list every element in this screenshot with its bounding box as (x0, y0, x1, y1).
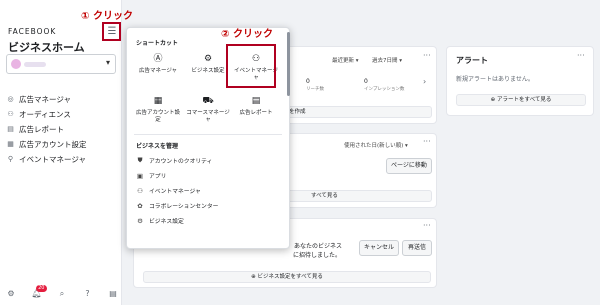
resend-button[interactable]: 再送信 (402, 240, 432, 256)
sidebar-item-events-manager[interactable]: ⚲ イベントマネージャ (6, 152, 116, 167)
sidebar: FACEBOOK ビジネスホーム ▾ ◎ 広告マネージャ ⚇ オーディエンス ▤… (0, 0, 122, 305)
date-range-dropdown[interactable]: 過去7日間 ▾ (372, 56, 402, 64)
cart-icon: ⛟ (202, 96, 214, 106)
sidebar-item-label: 広告アカウント設定 (19, 140, 87, 149)
report-icon: ▤ (7, 125, 14, 133)
shortcut-ads-manager[interactable]: Ⓐ 広告マネージャ (135, 53, 181, 75)
shortcuts-heading: ショートカット (136, 40, 179, 47)
reach-value: 0 (306, 78, 310, 85)
see-all-button[interactable]: すべて見る (284, 190, 432, 202)
sidebar-item-label: 広告マネージャ (19, 95, 71, 104)
annotation-box-step1 (102, 22, 121, 41)
alerts-empty-text: 新規アラートはありません。 (456, 76, 534, 83)
help-icon[interactable]: ? (83, 289, 93, 299)
invite-text-cont: に招待しました。 (293, 252, 342, 259)
menu-divider (134, 134, 282, 135)
events-icon: ⚲ (7, 155, 14, 163)
see-all-alerts-button[interactable]: ⊕ アラートをすべて見る (456, 94, 586, 106)
people-icon: ⚇ (7, 110, 14, 118)
sidebar-item-label: オーディエンス (19, 110, 71, 119)
sidebar-footer: ⚙ 🔔︎ 20 ⌕ ? ▤ (6, 285, 118, 299)
ads-manager-icon: Ⓐ (153, 54, 163, 64)
cancel-button[interactable]: キャンセル (359, 240, 399, 256)
menu-scrollbar[interactable] (287, 32, 290, 96)
report-icon[interactable]: ▤ (108, 289, 118, 299)
sidebar-item-label: 広告レポート (19, 125, 64, 134)
manage-business-heading: ビジネスを管理 (136, 143, 179, 150)
sidebar-item-ad-reports[interactable]: ▤ 広告レポート (6, 122, 116, 137)
alerts-card: アラート ··· 新規アラートはありません。 ⊕ アラートをすべて見る (446, 46, 594, 116)
shield-icon: ⛊ (137, 156, 143, 164)
impressions-value: 0 (364, 78, 368, 85)
avatar (11, 59, 21, 69)
invite-text: あなたのビジネス (294, 243, 343, 250)
menu-item-events-manager[interactable]: ⚇ イベントマネージャ (136, 183, 276, 198)
go-to-page-button[interactable]: ページに移動 (386, 158, 432, 174)
shortcut-ad-reports[interactable]: ▤ 広告レポート (233, 95, 279, 117)
sidebar-nav: ◎ 広告マネージャ ⚇ オーディエンス ▤ 広告レポート ▦ 広告アカウント設定… (6, 92, 116, 167)
annotation-step2: ② クリック (221, 29, 273, 40)
settings-folder-icon: ▦ (7, 140, 14, 148)
menu-item-apps[interactable]: ▣ アプリ (136, 168, 276, 183)
sidebar-item-audiences[interactable]: ⚇ オーディエンス (6, 107, 116, 122)
sidebar-item-ad-account-settings[interactable]: ▦ 広告アカウント設定 (6, 137, 116, 152)
brand-label: FACEBOOK (8, 27, 57, 36)
recent-updates-dropdown[interactable]: 最近更新 ▾ (332, 56, 359, 64)
chevron-right-icon[interactable]: › (423, 77, 426, 86)
more-icon[interactable]: ··· (577, 51, 585, 60)
manage-list: ⛊ アカウントのクオリティ ▣ アプリ ⚇ イベントマネージャ ✿ コラボレーシ… (136, 153, 276, 228)
app-icon: ▣ (136, 171, 144, 180)
annotation-box-step2 (226, 44, 276, 88)
sort-dropdown[interactable]: 使用された日(新しい順) ▾ (344, 141, 408, 149)
see-all-business-settings-button[interactable]: ⊕ ビジネス設定をすべて見る (143, 271, 431, 283)
page-title: ビジネスホーム (8, 41, 85, 54)
reach-label: リーチ数 (306, 87, 324, 92)
create-button[interactable]: を作成 (284, 106, 432, 118)
report-icon: ▤ (251, 96, 261, 106)
shortcut-commerce-manager[interactable]: ⛟ コマースマネージャ (185, 95, 231, 124)
collab-icon: ✿ (137, 201, 143, 210)
events-icon: ⚇ (137, 186, 143, 195)
sidebar-item-ads-manager[interactable]: ◎ 広告マネージャ (6, 92, 116, 107)
menu-item-account-quality[interactable]: ⛊ アカウントのクオリティ (136, 153, 276, 168)
account-selector[interactable]: ▾ (6, 54, 116, 74)
menu-item-collaboration-center[interactable]: ✿ コラボレーションセンター (136, 198, 276, 213)
gear-icon: ⚙ (203, 54, 213, 64)
alerts-title: アラート (456, 56, 488, 65)
more-icon[interactable]: ··· (423, 221, 431, 230)
caret-down-icon: ▾ (105, 58, 110, 67)
notification-badge: 20 (36, 285, 47, 292)
menu-item-business-settings[interactable]: ⚙ ビジネス設定 (136, 213, 276, 228)
annotation-step1: ① クリック (81, 11, 133, 22)
sidebar-item-label: イベントマネージャ (19, 155, 86, 164)
search-icon[interactable]: ⌕ (57, 289, 67, 299)
shortcut-ad-account-settings[interactable]: ▦ 広告アカウント設定 (135, 95, 181, 124)
notifications-icon[interactable]: 🔔︎ 20 (32, 285, 47, 299)
more-icon[interactable]: ··· (423, 137, 431, 146)
impressions-label: インプレッション数 (364, 87, 405, 92)
settings-icon[interactable]: ⚙ (6, 289, 16, 299)
more-icon[interactable]: ··· (423, 51, 431, 60)
target-icon: ◎ (7, 95, 14, 103)
ad-account-icon: ▦ (153, 96, 163, 106)
account-name-redacted (24, 62, 46, 67)
shortcut-business-settings[interactable]: ⚙ ビジネス設定 (185, 53, 231, 75)
gear-icon: ⚙ (137, 216, 143, 225)
